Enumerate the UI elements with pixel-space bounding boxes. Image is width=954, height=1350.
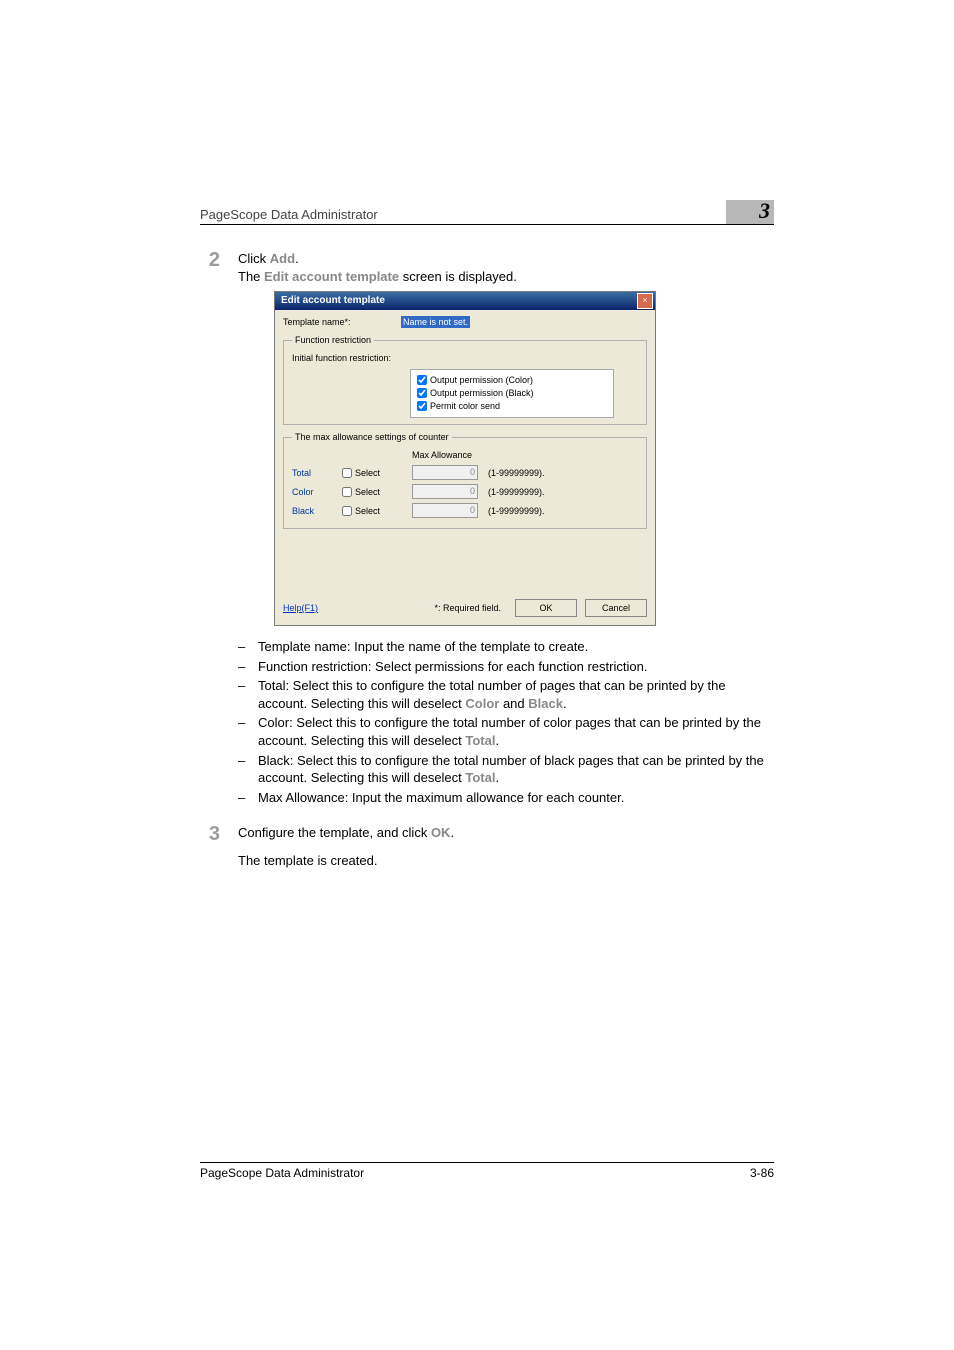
dash-icon: – [238, 638, 248, 656]
counter-row-color: Color Select 0 (1-99999999). [292, 484, 638, 499]
dash-icon: – [238, 789, 248, 807]
max-allowance-legend: The max allowance settings of counter [292, 431, 452, 443]
dash-icon: – [238, 714, 248, 749]
text: . [295, 251, 299, 266]
dash-icon: – [238, 752, 248, 787]
footer-title: PageScope Data Administrator [200, 1166, 364, 1180]
select-checkbox[interactable]: Select [342, 505, 402, 517]
close-button[interactable]: × [637, 293, 653, 309]
checkbox[interactable] [417, 388, 427, 398]
text: Click [238, 251, 270, 266]
counter-row-total: Total Select 0 (1-99999999). [292, 465, 638, 480]
template-name-label: Template name*: [283, 316, 393, 328]
initial-function-restriction-label: Initial function restriction: [292, 352, 402, 364]
perm-output-black[interactable]: Output permission (Black) [417, 387, 607, 399]
text: Color: Select this to configure the tota… [258, 714, 774, 749]
running-header: PageScope Data Administrator 3 [200, 198, 774, 225]
perm-output-color[interactable]: Output permission (Color) [417, 374, 607, 386]
max-allowance-group: The max allowance settings of counter Ma… [283, 431, 647, 529]
select-checkbox[interactable]: Select [342, 467, 402, 479]
step-3: 3 Configure the template, and click OK. … [200, 824, 774, 869]
list-item: –Function restriction: Select permission… [238, 658, 774, 676]
text-bold: OK [431, 825, 451, 840]
text: Total: Select this to configure the tota… [258, 677, 774, 712]
label: Select [355, 486, 380, 498]
function-restriction-legend: Function restriction [292, 334, 374, 346]
text: The [238, 269, 264, 284]
select-checkbox[interactable]: Select [342, 486, 402, 498]
counter-label: Color [292, 486, 332, 498]
dash-icon: – [238, 658, 248, 676]
text: Function restriction: Select permissions… [258, 658, 647, 676]
help-link[interactable]: Help(F1) [283, 602, 426, 614]
text: screen is displayed. [399, 269, 517, 284]
text: Black: Select this to configure the tota… [258, 752, 774, 787]
step-number: 2 [200, 250, 220, 808]
checkbox[interactable] [342, 468, 352, 478]
dash-icon: – [238, 677, 248, 712]
list-item: –Black: Select this to configure the tot… [238, 752, 774, 787]
list-item: –Total: Select this to configure the tot… [238, 677, 774, 712]
function-restriction-group: Function restriction Initial function re… [283, 334, 647, 425]
list-item: –Color: Select this to configure the tot… [238, 714, 774, 749]
required-field-note: *: Required field. [434, 602, 501, 614]
step-2-content: Click Add. The Edit account template scr… [238, 250, 774, 808]
page-number: 3-86 [750, 1166, 774, 1180]
text: Max Allowance: Input the maximum allowan… [258, 789, 624, 807]
runhead-title: PageScope Data Administrator [200, 207, 378, 222]
step-3-content: Configure the template, and click OK. Th… [238, 824, 774, 869]
dialog-title: Edit account template [281, 294, 385, 308]
range-text: (1-99999999). [488, 467, 545, 479]
max-allowance-header: Max Allowance [412, 449, 638, 461]
counter-label: Total [292, 467, 332, 479]
cancel-button[interactable]: Cancel [585, 599, 647, 617]
max-allowance-input[interactable]: 0 [412, 465, 478, 480]
permission-list: Output permission (Color) Output permiss… [410, 369, 614, 418]
text: The template is created. [238, 852, 774, 870]
chapter-tab: 3 [726, 200, 774, 224]
list-item: –Max Allowance: Input the maximum allowa… [238, 789, 774, 807]
text: Configure the template, and click [238, 825, 431, 840]
perm-color-send[interactable]: Permit color send [417, 400, 607, 412]
label: Select [355, 467, 380, 479]
dialog-titlebar: Edit account template × [275, 292, 655, 310]
ok-button[interactable]: OK [515, 599, 577, 617]
checkbox[interactable] [417, 375, 427, 385]
list-item: –Template name: Input the name of the te… [238, 638, 774, 656]
counter-label: Black [292, 505, 332, 517]
range-text: (1-99999999). [488, 505, 545, 517]
label: Output permission (Black) [430, 388, 534, 398]
template-name-value[interactable]: Name is not set. [401, 316, 470, 328]
page-footer: PageScope Data Administrator 3-86 [200, 1162, 774, 1180]
checkbox[interactable] [342, 487, 352, 497]
label: Permit color send [430, 401, 500, 411]
counter-row-black: Black Select 0 (1-99999999). [292, 503, 638, 518]
text: . [450, 825, 454, 840]
text-bold: Add [270, 251, 295, 266]
max-allowance-input[interactable]: 0 [412, 503, 478, 518]
step-number: 3 [200, 824, 220, 869]
label: Output permission (Color) [430, 375, 533, 385]
text-bold: Edit account template [264, 269, 399, 284]
text: Template name: Input the name of the tem… [258, 638, 588, 656]
max-allowance-input[interactable]: 0 [412, 484, 478, 499]
field-description-list: –Template name: Input the name of the te… [238, 638, 774, 806]
label: Select [355, 505, 380, 517]
chapter-number: 3 [759, 198, 770, 224]
dialog-edit-account-template: Edit account template × Template name*: … [274, 291, 656, 626]
checkbox[interactable] [342, 506, 352, 516]
step-2: 2 Click Add. The Edit account template s… [200, 250, 774, 808]
range-text: (1-99999999). [488, 486, 545, 498]
checkbox[interactable] [417, 401, 427, 411]
